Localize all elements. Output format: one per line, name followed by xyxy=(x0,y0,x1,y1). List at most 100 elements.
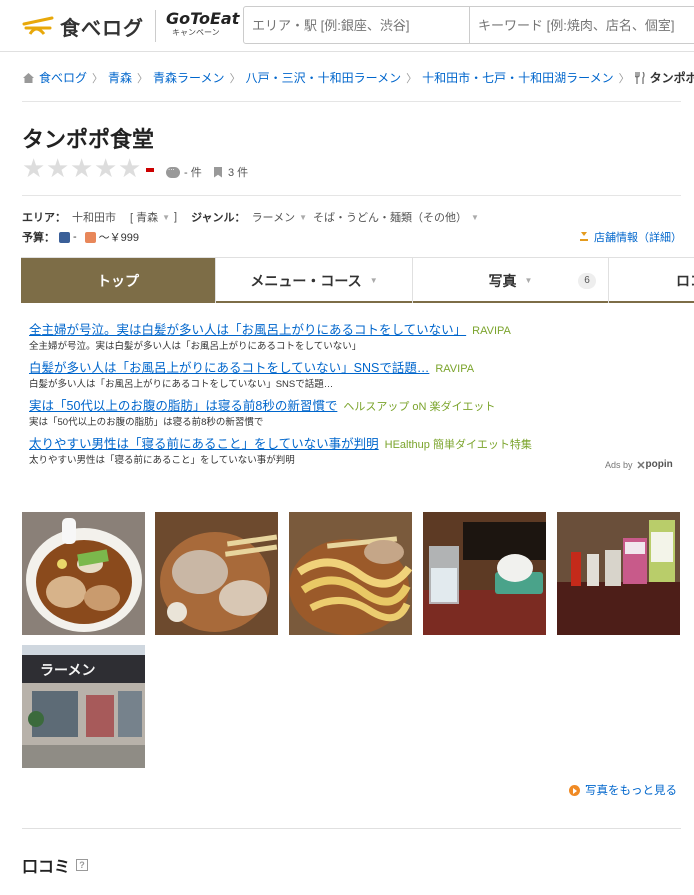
ad-description: 太りやすい男性は「寝る前にあること」をしていない事が判明 xyxy=(29,455,295,466)
campaign-main-text: GoToEat xyxy=(166,9,240,28)
budget-dinner-value: - xyxy=(73,231,77,243)
site-header: 食べログ GoToEat キャンペーン xyxy=(0,0,694,52)
photo-noodles[interactable] xyxy=(289,512,412,635)
genre-value-noodles[interactable]: そば・うどん・麺類（その他） xyxy=(313,209,467,225)
photo-ramen-bowl[interactable] xyxy=(22,512,145,635)
breadcrumb-current: タンポポ食堂 xyxy=(649,71,694,85)
tab-label: ロコ xyxy=(676,272,694,289)
ad-item: 太りやすい男性は「寝る前にあること」をしていない事が判明 HEalthup 簡単ダ… xyxy=(29,436,681,468)
tab-label: トップ xyxy=(97,272,139,289)
star-icon: ★ xyxy=(70,154,94,184)
store-details-label: 店舗情報（詳細） xyxy=(594,232,682,244)
reviews-title-text: 口コミ xyxy=(22,859,71,876)
divider xyxy=(22,828,681,829)
popin-logo-icon xyxy=(636,460,645,469)
area-search-input[interactable] xyxy=(243,6,470,44)
star-icon: ★ xyxy=(118,154,142,184)
area-genre-row: エリア： 十和田市 [ 青森 ▼ ] ジャンル： ラーメン ▼ そば・うどん・麺… xyxy=(22,209,479,225)
help-question-icon[interactable]: ? xyxy=(76,859,89,871)
breadcrumb-separator-icon: 〉 xyxy=(92,72,104,85)
bookmark-count[interactable]: 3 件 xyxy=(214,164,248,180)
rating-stars: ★ ★ ★ ★ ★ xyxy=(22,154,142,184)
breadcrumb-separator-icon: 〉 xyxy=(229,72,241,85)
breadcrumb-separator-icon: 〉 xyxy=(618,72,630,85)
more-photos-label: 写真をもっと見る xyxy=(585,785,677,797)
condiments-photo xyxy=(557,512,680,635)
ad-source: RAVIPA xyxy=(435,363,475,375)
area-label: エリア： xyxy=(22,212,66,224)
breadcrumb-link-hachinohe-ramen[interactable]: 八戸・三沢・十和田ラーメン xyxy=(246,69,402,86)
arrow-right-circle-icon xyxy=(569,784,580,796)
ad-headline-link[interactable]: 実は「50代以上のお腹の脂肪」は寝る前8秒の新習慣で xyxy=(29,399,337,413)
ad-item: 全主婦が号泣。実は白髪が多い人は「お風呂上がりにあるコトをしていない」 RAVIP… xyxy=(29,322,681,354)
review-count-text: - 件 xyxy=(184,167,202,179)
photo-chashu[interactable] xyxy=(155,512,278,635)
ad-headline-link[interactable]: 白髪が多い人は「お風呂上がりにあるコトをしていない」SNSで話題… xyxy=(29,361,429,375)
breadcrumb-link-towada-ramen[interactable]: 十和田市・七戸・十和田湖ラーメン xyxy=(422,69,614,86)
rating-score-dash xyxy=(146,168,154,172)
photo-water-glass[interactable] xyxy=(423,512,546,635)
keyword-search-input[interactable] xyxy=(469,6,694,44)
tab-reviews[interactable]: ロコ xyxy=(609,258,694,303)
tab-photos[interactable]: 写真 ▼ 6 xyxy=(413,258,609,303)
chevron-down-icon: ▼ xyxy=(524,276,533,285)
genre-value-ramen[interactable]: ラーメン xyxy=(252,209,296,225)
genre-label: ジャンル： xyxy=(191,212,246,224)
ads-by-popin[interactable]: Ads by popin xyxy=(605,459,673,470)
ad-source: RAVIPA xyxy=(472,325,511,337)
divider xyxy=(22,101,681,102)
breadcrumb-separator-icon: 〉 xyxy=(137,72,149,85)
ad-item: 白髪が多い人は「お風呂上がりにあるコトをしていない」SNSで話題… RAVIPA … xyxy=(29,360,681,392)
photo-condiments[interactable] xyxy=(557,512,680,635)
breadcrumb-link-aomori[interactable]: 青森 xyxy=(108,69,132,86)
gotoeat-campaign-logo[interactable]: GoToEat キャンペーン xyxy=(155,10,239,42)
chevron-down-icon: ▼ xyxy=(369,276,378,285)
divider xyxy=(22,195,681,196)
dinner-moon-icon xyxy=(59,231,70,243)
ad-description: 実は「50代以上のお腹の脂肪」は寝る前8秒の新習慣で xyxy=(29,417,264,428)
ad-headline-link[interactable]: 全主婦が号泣。実は白髪が多い人は「お風呂上がりにあるコトをしていない」 xyxy=(29,323,466,337)
budget-lunch-value: ～￥999 xyxy=(98,232,140,244)
ad-headline-link[interactable]: 太りやすい男性は「寝る前にあること」をしていない事が判明 xyxy=(29,437,379,451)
water-glass-photo xyxy=(423,512,546,635)
budget-row: 予算： - ～￥999 xyxy=(22,229,139,245)
star-icon: ★ xyxy=(46,154,70,184)
noodles-photo xyxy=(289,512,412,635)
logo-text: 食べログ xyxy=(60,15,144,40)
tab-label: 写真 xyxy=(488,272,517,289)
store-details-link[interactable]: 店舗情報（詳細） xyxy=(580,229,682,245)
chevron-down-icon: ▼ xyxy=(299,212,308,222)
review-count[interactable]: - 件 xyxy=(166,163,202,180)
more-photos-link[interactable]: 写真をもっと見る xyxy=(569,782,677,798)
star-icon: ★ xyxy=(94,154,118,184)
breadcrumb-link-aomori-ramen[interactable]: 青森ラーメン xyxy=(153,69,225,86)
ads-brand: popin xyxy=(645,459,673,470)
restaurant-name: タンポポ食堂 xyxy=(22,127,155,152)
ad-item: 実は「50代以上のお腹の脂肪」は寝る前8秒の新習慣で ヘルスアップ oN 楽ダイエ… xyxy=(29,398,681,430)
sponsored-ads: 全主婦が号泣。実は白髪が多い人は「お風呂上がりにあるコトをしていない」 RAVIP… xyxy=(29,322,681,474)
area-value[interactable]: 十和田市 xyxy=(72,209,116,225)
ramen-bowl-photo xyxy=(22,512,145,635)
photo-count-badge: 6 xyxy=(578,273,596,289)
lunch-sun-icon xyxy=(84,231,96,243)
ad-description: 白髪が多い人は「お風呂上がりにあるコトをしていない」SNSで話題… xyxy=(29,379,334,390)
chevron-down-icon: ▼ xyxy=(162,212,171,222)
breadcrumb-link-tabelog[interactable]: 食べログ xyxy=(39,69,87,86)
campaign-sub-text: キャンペーン xyxy=(172,28,220,37)
speech-bubble-icon xyxy=(166,163,180,178)
area-tag[interactable]: [ 青森 xyxy=(130,209,158,225)
tab-menu-course[interactable]: メニュー・コース ▼ xyxy=(216,258,413,303)
tabelog-logo[interactable]: 食べログ xyxy=(22,12,144,40)
bookmark-count-text: 3 件 xyxy=(228,167,249,179)
bookmark-icon xyxy=(214,166,222,178)
photo-storefront[interactable]: ラーメン xyxy=(22,645,145,768)
ads-by-label: Ads by xyxy=(605,459,633,470)
breadcrumb-separator-icon: 〉 xyxy=(406,72,418,85)
chopsticks-logo-icon xyxy=(22,16,54,35)
ad-source: ヘルスアップ oN 楽ダイエット xyxy=(343,401,496,413)
shop-sign-text: ラーメン xyxy=(40,663,95,679)
budget-label: 予算： xyxy=(22,232,55,244)
chevron-down-icon: ▼ xyxy=(471,212,479,222)
tab-top[interactable]: トップ xyxy=(21,258,216,303)
star-icon: ★ xyxy=(22,154,46,184)
